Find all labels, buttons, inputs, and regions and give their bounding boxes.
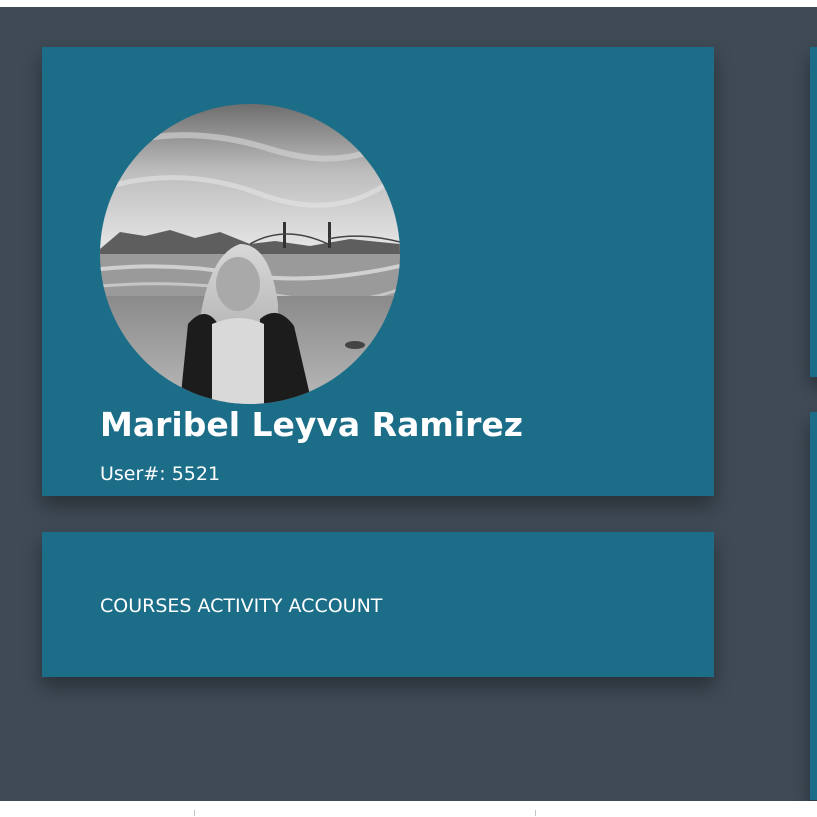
nav-links: COURSES ACTIVITY ACCOUNT [100, 595, 382, 617]
scroll-tick [535, 810, 536, 816]
bottom-strip [0, 801, 817, 817]
scroll-tick [194, 810, 195, 816]
side-panel-top [810, 47, 817, 377]
user-name: Maribel Leyva Ramirez [100, 405, 523, 444]
profile-avatar [100, 104, 400, 404]
profile-photo-icon [100, 104, 400, 404]
nav-link-activity[interactable]: ACTIVITY [198, 595, 283, 617]
nav-link-courses[interactable]: COURSES [100, 595, 191, 617]
nav-link-account[interactable]: ACCOUNT [289, 595, 383, 617]
user-id-label: User#: [100, 463, 166, 485]
top-strip [0, 0, 817, 7]
user-id: User#: 5521 [100, 463, 220, 485]
user-id-value: 5521 [171, 463, 221, 485]
profile-card: Maribel Leyva Ramirez User#: 5521 [42, 47, 714, 496]
navigation-card: COURSES ACTIVITY ACCOUNT [42, 532, 714, 677]
side-panel-bottom [810, 412, 817, 800]
